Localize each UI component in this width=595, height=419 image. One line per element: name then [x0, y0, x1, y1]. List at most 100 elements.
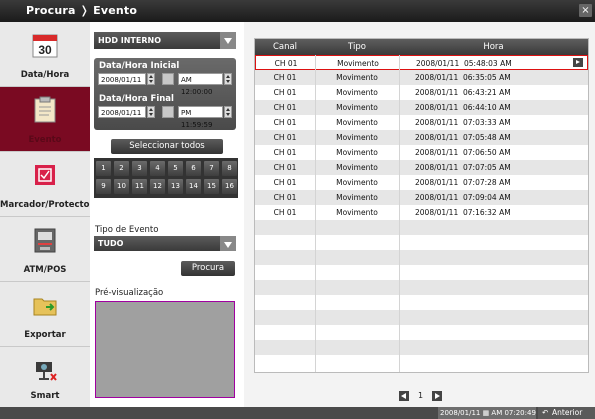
chevron-down-icon — [220, 32, 236, 49]
sidebar-item-label: Marcador/Protector — [0, 200, 94, 210]
sidebar-item-label: Evento — [28, 135, 62, 145]
channel-button[interactable]: 11 — [132, 179, 147, 194]
calendar-icon[interactable] — [162, 106, 174, 118]
event-type-select[interactable]: TUDO — [94, 236, 236, 251]
end-time-field[interactable]: PM 11:59:59 — [178, 106, 223, 129]
play-icon[interactable] — [573, 58, 583, 67]
cell-canal: CH 01 — [273, 208, 297, 217]
page-number: 1 — [418, 391, 424, 400]
prev-page-button[interactable] — [399, 391, 409, 401]
device-select[interactable]: HDD INTERNO — [94, 32, 236, 49]
sidebar-item-data-hora[interactable]: 30 Data/Hora — [0, 22, 90, 87]
sidebar-item-smart[interactable]: Smart — [0, 347, 90, 407]
channel-button[interactable]: 5 — [168, 161, 183, 176]
channel-grid: 1 2 3 4 5 6 7 8 9 10 11 12 13 14 15 16 — [94, 158, 238, 198]
channel-button[interactable]: 4 — [150, 161, 165, 176]
preview-label: Pré-visualização — [95, 288, 164, 298]
table-row — [255, 310, 588, 325]
channel-button[interactable]: 1 — [96, 161, 111, 176]
channel-button[interactable]: 9 — [96, 179, 111, 194]
sidebar-item-label: Exportar — [24, 330, 66, 340]
device-select-value: HDD INTERNO — [98, 36, 162, 45]
results-table: Canal Tipo Hora CH 01 Movimento 2008/01/11… — [254, 38, 589, 373]
column-divider — [315, 55, 316, 372]
start-time-field[interactable]: AM 12:00:00 — [178, 73, 223, 96]
table-row[interactable]: CH 01 Movimento 2008/01/11 05:48:03 AM — [255, 55, 588, 70]
channel-button[interactable]: 7 — [204, 161, 219, 176]
table-row[interactable]: CH 01 Movimento 2008/01/11 07:03:33 AM — [255, 115, 588, 130]
channel-button[interactable]: 2 — [114, 161, 129, 176]
channel-button[interactable]: 15 — [204, 179, 219, 194]
table-row[interactable]: CH 01 Movimento 2008/01/11 07:07:28 AM — [255, 175, 588, 190]
atm-icon — [34, 228, 56, 253]
back-label: Anterior — [552, 408, 583, 417]
channel-button[interactable]: 13 — [168, 179, 183, 194]
channel-button[interactable]: 14 — [186, 179, 201, 194]
table-row[interactable]: CH 01 Movimento 2008/01/11 07:06:50 AM — [255, 145, 588, 160]
end-date-field[interactable]: 2008/01/11 — [98, 106, 146, 118]
table-header: Canal Tipo Hora — [255, 39, 588, 55]
table-row[interactable]: CH 01 Movimento 2008/01/11 07:07:05 AM — [255, 160, 588, 175]
end-date-spinner[interactable] — [147, 106, 155, 118]
start-time-spinner[interactable] — [224, 73, 232, 85]
chevron-down-icon — [220, 236, 236, 251]
pager: 1 — [399, 391, 445, 403]
clipboard-icon — [34, 96, 56, 123]
select-all-button[interactable]: Seleccionar todos — [111, 139, 223, 154]
table-row — [255, 220, 588, 235]
channel-button[interactable]: 6 — [186, 161, 201, 176]
search-window: Procura ❭ Evento × 30 Data/Hora Evento M… — [0, 0, 595, 419]
channel-button[interactable]: 8 — [222, 161, 237, 176]
cell-tipo: Movimento — [336, 208, 378, 217]
camera-icon — [36, 362, 57, 381]
sidebar-item-marcador-protector[interactable]: Marcador/Protector — [0, 152, 94, 217]
table-row[interactable]: CH 01 Movimento 2008/01/11 07:16:32 AM — [255, 205, 588, 220]
table-row[interactable]: CH 01 Movimento 2008/01/11 07:05:48 AM — [255, 130, 588, 145]
status-bar: 2008/01/11 ▦ AM 07:20:49 ↶ Anterior — [0, 407, 595, 419]
table-row — [255, 235, 588, 250]
event-type-value: TUDO — [98, 239, 124, 248]
table-row[interactable]: CH 01 Movimento 2008/01/11 06:44:10 AM — [255, 100, 588, 115]
cell-tipo: Movimento — [336, 148, 378, 157]
cell-canal: CH 01 — [273, 103, 297, 112]
cell-tipo: Movimento — [337, 59, 379, 68]
start-date-spinner[interactable] — [147, 73, 155, 85]
back-button[interactable]: ↶ Anterior — [538, 407, 595, 419]
close-button[interactable]: × — [579, 4, 592, 17]
sidebar-item-evento[interactable]: Evento — [0, 87, 90, 152]
channel-button[interactable]: 16 — [222, 179, 237, 194]
table-row — [255, 355, 588, 370]
table-row[interactable]: CH 01 Movimento 2008/01/11 06:43:21 AM — [255, 85, 588, 100]
header-hora: Hora — [483, 42, 504, 52]
table-row — [255, 250, 588, 265]
cell-canal: CH 01 — [273, 148, 297, 157]
start-date-field[interactable]: 2008/01/11 — [98, 73, 146, 85]
channel-button[interactable]: 12 — [150, 179, 165, 194]
header-canal: Canal — [272, 42, 298, 52]
table-row — [255, 265, 588, 280]
cell-hora: 2008/01/11 06:35:05 AM — [415, 73, 511, 82]
cell-tipo: Movimento — [336, 163, 378, 172]
channel-button[interactable]: 10 — [114, 179, 129, 194]
window-title: Procura ❭ Evento — [26, 4, 138, 17]
search-button[interactable]: Procura — [181, 261, 235, 276]
sidebar-item-label: ATM/POS — [23, 265, 67, 275]
end-time-spinner[interactable] — [224, 106, 232, 118]
bookmark-icon — [35, 165, 55, 185]
cell-hora: 2008/01/11 05:48:03 AM — [416, 59, 512, 68]
channel-button[interactable]: 3 — [132, 161, 147, 176]
sidebar-item-exportar[interactable]: Exportar — [0, 282, 90, 347]
sidebar-item-atm-pos[interactable]: ATM/POS — [0, 217, 90, 282]
cell-hora: 2008/01/11 07:16:32 AM — [415, 208, 511, 217]
table-row[interactable]: CH 01 Movimento 2008/01/11 06:35:05 AM — [255, 70, 588, 85]
sidebar-item-label: Data/Hora — [20, 70, 70, 80]
table-row — [255, 295, 588, 310]
next-page-button[interactable] — [432, 391, 442, 401]
calendar-day: 30 — [38, 43, 52, 57]
cell-tipo: Movimento — [336, 193, 378, 202]
start-label: Data/Hora Inicial — [99, 61, 180, 71]
table-row[interactable]: CH 01 Movimento 2008/01/11 07:09:04 AM — [255, 190, 588, 205]
cell-hora: 2008/01/11 07:05:48 AM — [415, 133, 511, 142]
calendar-icon[interactable] — [162, 73, 174, 85]
calendar-icon: 30 — [32, 34, 58, 58]
